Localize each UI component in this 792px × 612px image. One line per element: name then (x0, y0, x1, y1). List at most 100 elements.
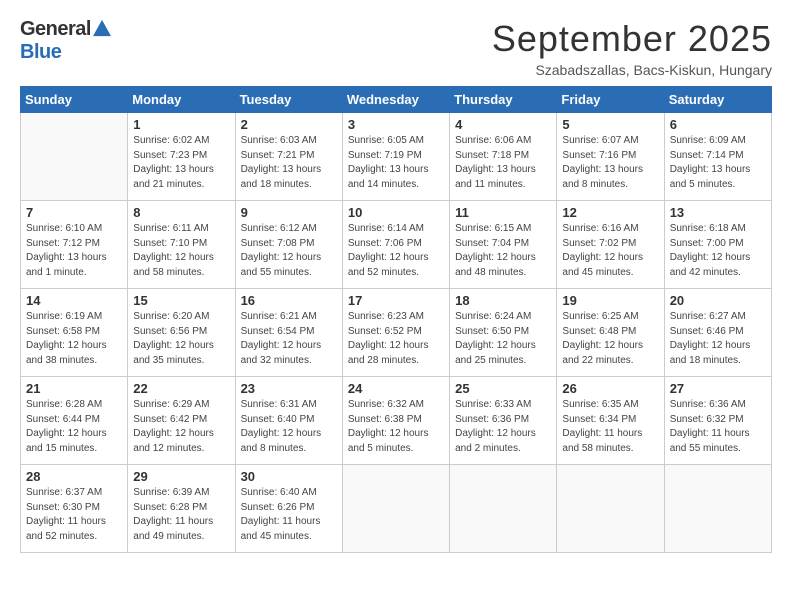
col-monday: Monday (128, 87, 235, 113)
calendar-cell (450, 465, 557, 553)
day-info: Sunrise: 6:06 AMSunset: 7:18 PMDaylight:… (455, 134, 551, 192)
col-wednesday: Wednesday (342, 87, 449, 113)
calendar-week-2: 7Sunrise: 6:10 AMSunset: 7:12 PMDaylight… (21, 201, 772, 289)
day-info: Sunrise: 6:05 AMSunset: 7:19 PMDaylight:… (348, 134, 444, 192)
day-info: Sunrise: 6:31 AMSunset: 6:40 PMDaylight:… (241, 398, 337, 456)
day-info: Sunrise: 6:36 AMSunset: 6:32 PMDaylight:… (670, 398, 766, 456)
day-number: 18 (455, 293, 551, 308)
day-number: 11 (455, 205, 551, 220)
day-number: 23 (241, 381, 337, 396)
day-info: Sunrise: 6:25 AMSunset: 6:48 PMDaylight:… (562, 310, 658, 368)
day-info: Sunrise: 6:35 AMSunset: 6:34 PMDaylight:… (562, 398, 658, 456)
day-info: Sunrise: 6:32 AMSunset: 6:38 PMDaylight:… (348, 398, 444, 456)
day-number: 2 (241, 117, 337, 132)
day-number: 7 (26, 205, 122, 220)
day-number: 6 (670, 117, 766, 132)
day-number: 15 (133, 293, 229, 308)
day-number: 24 (348, 381, 444, 396)
day-number: 14 (26, 293, 122, 308)
calendar-cell: 18Sunrise: 6:24 AMSunset: 6:50 PMDayligh… (450, 289, 557, 377)
calendar-cell: 2 Sunrise: 6:03 AMSunset: 7:21 PMDaylight… (235, 113, 342, 201)
day-number: 12 (562, 205, 658, 220)
calendar-cell: 10 Sunrise: 6:14 AMSunset: 7:06 PMDayligh… (342, 201, 449, 289)
day-number: 22 (133, 381, 229, 396)
calendar-cell: 7Sunrise: 6:10 AMSunset: 7:12 PMDaylight… (21, 201, 128, 289)
calendar-cell: 1 Sunrise: 6:02 AMSunset: 7:23 PMDaylight… (128, 113, 235, 201)
calendar-cell: 17 Sunrise: 6:23 AMSunset: 6:52 PMDayligh… (342, 289, 449, 377)
day-number: 20 (670, 293, 766, 308)
day-info: Sunrise: 6:29 AMSunset: 6:42 PMDaylight:… (133, 398, 229, 456)
day-info: Sunrise: 6:37 AMSunset: 6:30 PMDaylight:… (26, 486, 122, 544)
calendar-cell: 28 Sunrise: 6:37 AMSunset: 6:30 PMDayligh… (21, 465, 128, 553)
day-info: Sunrise: 6:18 AMSunset: 7:00 PMDaylight:… (670, 222, 766, 280)
day-number: 27 (670, 381, 766, 396)
day-number: 26 (562, 381, 658, 396)
day-info: Sunrise: 6:12 AMSunset: 7:08 PMDaylight:… (241, 222, 337, 280)
calendar-cell: 5Sunrise: 6:07 AMSunset: 7:16 PMDaylight… (557, 113, 664, 201)
calendar-cell (557, 465, 664, 553)
calendar-cell: 25 Sunrise: 6:33 AMSunset: 6:36 PMDayligh… (450, 377, 557, 465)
day-info: Sunrise: 6:20 AMSunset: 6:56 PMDaylight:… (133, 310, 229, 368)
day-info: Sunrise: 6:11 AMSunset: 7:10 PMDaylight:… (133, 222, 229, 280)
day-number: 28 (26, 469, 122, 484)
day-info: Sunrise: 6:02 AMSunset: 7:23 PMDaylight:… (133, 134, 229, 192)
calendar-cell: 29 Sunrise: 6:39 AMSunset: 6:28 PMDayligh… (128, 465, 235, 553)
calendar-cell: 26 Sunrise: 6:35 AMSunset: 6:34 PMDayligh… (557, 377, 664, 465)
day-info: Sunrise: 6:23 AMSunset: 6:52 PMDaylight:… (348, 310, 444, 368)
calendar-cell: 3 Sunrise: 6:05 AMSunset: 7:19 PMDaylight… (342, 113, 449, 201)
calendar-cell: 11Sunrise: 6:15 AMSunset: 7:04 PMDayligh… (450, 201, 557, 289)
calendar-cell: 24 Sunrise: 6:32 AMSunset: 6:38 PMDayligh… (342, 377, 449, 465)
day-info: Sunrise: 6:03 AMSunset: 7:21 PMDaylight:… (241, 134, 337, 192)
calendar-cell: 8 Sunrise: 6:11 AMSunset: 7:10 PMDaylight… (128, 201, 235, 289)
day-info: Sunrise: 6:09 AMSunset: 7:14 PMDaylight:… (670, 134, 766, 192)
day-number: 5 (562, 117, 658, 132)
calendar-cell (342, 465, 449, 553)
col-sunday: Sunday (21, 87, 128, 113)
logo-general-text: General (20, 18, 91, 41)
day-info: Sunrise: 6:27 AMSunset: 6:46 PMDaylight:… (670, 310, 766, 368)
day-number: 8 (133, 205, 229, 220)
calendar-cell: 20 Sunrise: 6:27 AMSunset: 6:46 PMDayligh… (664, 289, 771, 377)
day-number: 16 (241, 293, 337, 308)
calendar-header-row: Sunday Monday Tuesday Wednesday Thursday… (21, 87, 772, 113)
calendar-cell: 21Sunrise: 6:28 AMSunset: 6:44 PMDayligh… (21, 377, 128, 465)
logo: General Blue (20, 18, 111, 64)
calendar-cell: 13 Sunrise: 6:18 AMSunset: 7:00 PMDayligh… (664, 201, 771, 289)
day-info: Sunrise: 6:14 AMSunset: 7:06 PMDaylight:… (348, 222, 444, 280)
day-number: 29 (133, 469, 229, 484)
day-number: 10 (348, 205, 444, 220)
day-number: 1 (133, 117, 229, 132)
day-number: 19 (562, 293, 658, 308)
calendar-week-5: 28 Sunrise: 6:37 AMSunset: 6:30 PMDayligh… (21, 465, 772, 553)
day-number: 17 (348, 293, 444, 308)
calendar-cell: 9 Sunrise: 6:12 AMSunset: 7:08 PMDaylight… (235, 201, 342, 289)
calendar-week-4: 21Sunrise: 6:28 AMSunset: 6:44 PMDayligh… (21, 377, 772, 465)
calendar-cell: 22 Sunrise: 6:29 AMSunset: 6:42 PMDayligh… (128, 377, 235, 465)
calendar-week-1: 1 Sunrise: 6:02 AMSunset: 7:23 PMDaylight… (21, 113, 772, 201)
day-info: Sunrise: 6:40 AMSunset: 6:26 PMDaylight:… (241, 486, 337, 544)
col-saturday: Saturday (664, 87, 771, 113)
title-area: September 2025 Szabadszallas, Bacs-Kisku… (492, 18, 772, 78)
calendar-cell: 15 Sunrise: 6:20 AMSunset: 6:56 PMDayligh… (128, 289, 235, 377)
calendar-cell: 30 Sunrise: 6:40 AMSunset: 6:26 PMDayligh… (235, 465, 342, 553)
calendar-cell: 19 Sunrise: 6:25 AMSunset: 6:48 PMDayligh… (557, 289, 664, 377)
day-info: Sunrise: 6:16 AMSunset: 7:02 PMDaylight:… (562, 222, 658, 280)
day-info: Sunrise: 6:21 AMSunset: 6:54 PMDaylight:… (241, 310, 337, 368)
day-info: Sunrise: 6:33 AMSunset: 6:36 PMDaylight:… (455, 398, 551, 456)
day-number: 25 (455, 381, 551, 396)
calendar-cell: 23 Sunrise: 6:31 AMSunset: 6:40 PMDayligh… (235, 377, 342, 465)
col-friday: Friday (557, 87, 664, 113)
day-number: 21 (26, 381, 122, 396)
header: General Blue September 2025 Szabadszalla… (20, 18, 772, 78)
calendar-cell: 6 Sunrise: 6:09 AMSunset: 7:14 PMDaylight… (664, 113, 771, 201)
day-number: 13 (670, 205, 766, 220)
logo-blue-text: Blue (20, 41, 61, 63)
day-number: 3 (348, 117, 444, 132)
calendar-table: Sunday Monday Tuesday Wednesday Thursday… (20, 86, 772, 553)
location: Szabadszallas, Bacs-Kiskun, Hungary (492, 62, 772, 78)
day-info: Sunrise: 6:39 AMSunset: 6:28 PMDaylight:… (133, 486, 229, 544)
day-info: Sunrise: 6:19 AMSunset: 6:58 PMDaylight:… (26, 310, 122, 368)
day-number: 9 (241, 205, 337, 220)
calendar-cell: 12 Sunrise: 6:16 AMSunset: 7:02 PMDayligh… (557, 201, 664, 289)
day-number: 30 (241, 469, 337, 484)
